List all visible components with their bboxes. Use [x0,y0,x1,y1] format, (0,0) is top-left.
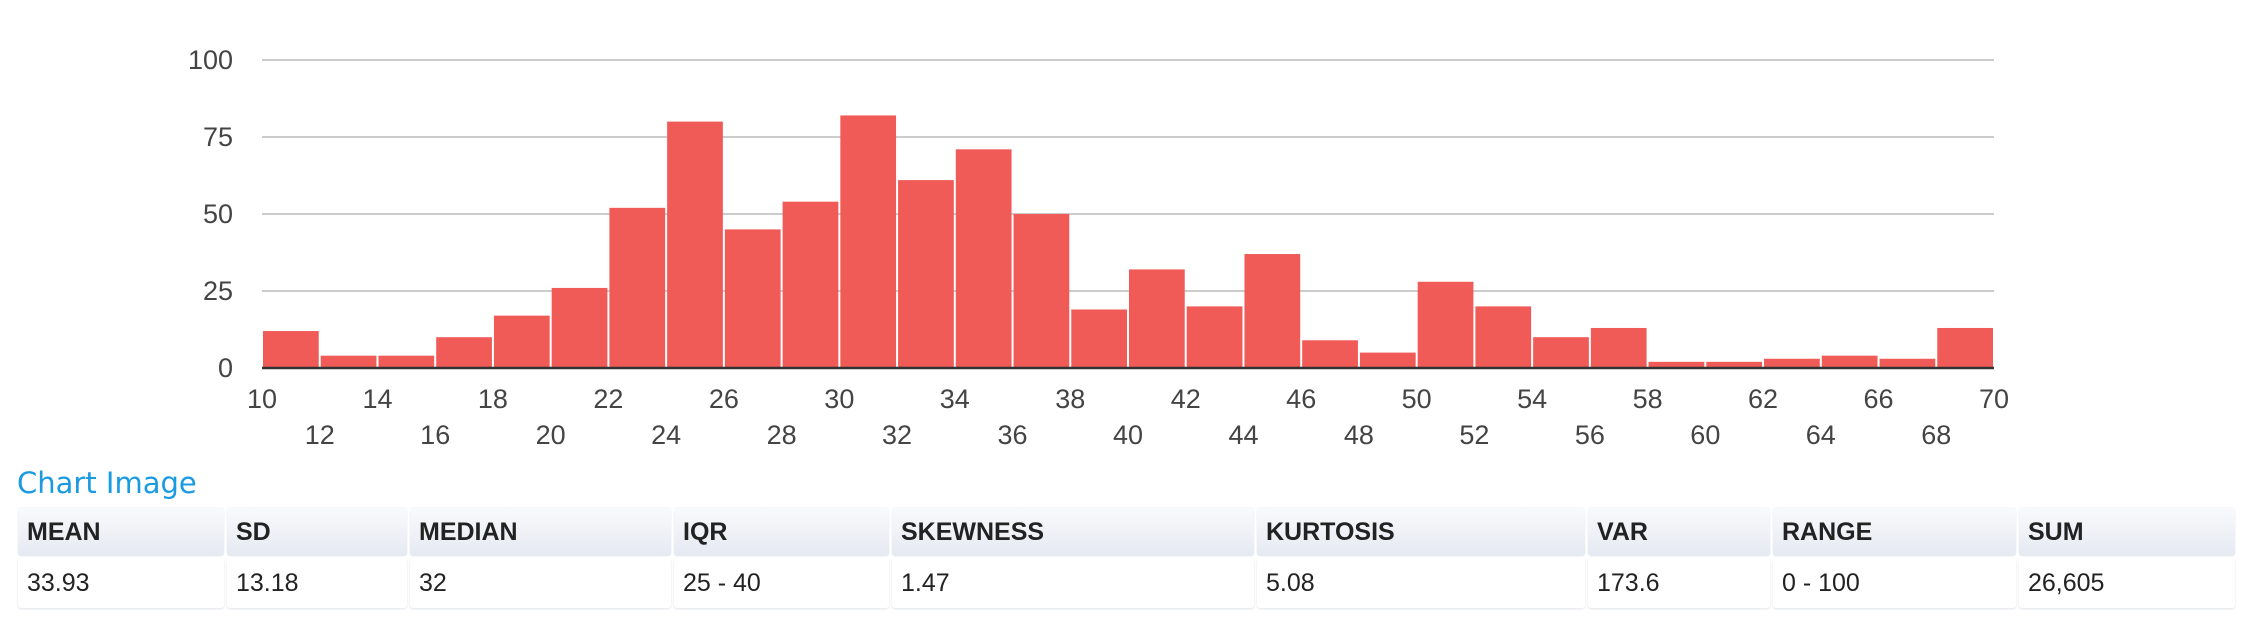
stat-value: 0 - 100 [1773,558,2016,608]
x-tick-label: 44 [1228,420,1258,450]
stat-value: 1.47 [892,558,1254,608]
x-tick-label: 70 [1979,384,2009,414]
y-tick-label: 50 [203,199,233,229]
x-tick-label: 26 [709,384,739,414]
histogram-bar [1186,306,1243,368]
stat-header: RANGE [1773,508,2016,556]
histogram-bar [1359,352,1416,368]
x-tick-label: 42 [1171,384,1201,414]
x-tick-label: 60 [1690,420,1720,450]
stat-header: MEAN [18,508,224,556]
stat-value: 25 - 40 [674,558,889,608]
histogram-bar [667,121,723,368]
x-tick-label: 50 [1402,384,1432,414]
stat-skewness: SKEWNESS 1.47 [892,508,1254,608]
x-tick-label: 48 [1344,420,1374,450]
histogram-bar [263,331,319,368]
histogram-bar [1879,358,1936,368]
y-tick-label: 25 [203,276,233,306]
x-tick-label: 20 [536,420,566,450]
stat-header: SKEWNESS [892,508,1254,556]
stat-header: SD [227,508,407,556]
x-tick-label: 32 [882,420,912,450]
stat-range: RANGE 0 - 100 [1773,508,2016,608]
histogram-bar [1417,281,1474,368]
histogram-bar [1937,327,1993,368]
x-tick-label: 52 [1459,420,1489,450]
histogram-bar [609,207,666,368]
stat-value: 13.18 [227,558,407,608]
x-tick-label: 30 [824,384,854,414]
stat-value: 32 [410,558,671,608]
x-tick-label: 64 [1806,420,1836,450]
x-tick-label: 40 [1113,420,1143,450]
histogram-bar [1533,337,1589,368]
stat-median: MEDIAN 32 [410,508,671,608]
x-tick-label: 18 [478,384,508,414]
x-tick-label: 46 [1286,384,1316,414]
histogram-bar [1302,340,1358,368]
chart-image-link[interactable]: Chart Image [17,466,197,500]
x-tick-label: 28 [767,420,797,450]
stats-table: MEAN 33.93 SD 13.18 MEDIAN 32 IQR 25 - 4… [18,508,2235,608]
histogram-bar [1013,214,1070,368]
histogram-bar [898,180,954,368]
histogram-bar [1764,358,1820,368]
histogram-bar [320,355,377,368]
y-tick-label: 100 [188,45,233,75]
stat-header: KURTOSIS [1257,508,1585,556]
stat-sum: SUM 26,605 [2019,508,2235,608]
stat-header: SUM [2019,508,2235,556]
histogram-bar [436,337,492,368]
x-tick-label: 24 [651,420,681,450]
x-tick-label: 14 [362,384,392,414]
x-axis-labels: 10 14 18 22 26 30 34 38 42 46 50 54 58 62 66 70 12 16 20 24… [247,384,2009,450]
x-tick-label: 12 [305,420,335,450]
stat-sd: SD 13.18 [227,508,407,608]
histogram-bar [724,229,781,368]
histogram-bar [493,315,550,368]
bars [263,115,1993,368]
stat-mean: MEAN 33.93 [18,508,224,608]
histogram-bar [955,149,1012,368]
histogram-bar [1590,327,1647,368]
x-tick-label: 10 [247,384,277,414]
histogram-bar [378,355,435,368]
x-tick-label: 56 [1575,420,1605,450]
histogram-bar [551,287,608,368]
x-tick-label: 68 [1921,420,1951,450]
x-tick-label: 54 [1517,384,1547,414]
stat-value: 33.93 [18,558,224,608]
histogram-bar [1475,306,1532,368]
stat-value: 26,605 [2019,558,2235,608]
stat-kurtosis: KURTOSIS 5.08 [1257,508,1585,608]
y-tick-label: 0 [218,353,233,383]
histogram-bar [782,201,839,368]
x-tick-label: 22 [593,384,623,414]
histogram-bar [1071,309,1127,368]
stat-header: IQR [674,508,889,556]
stat-var: VAR 173.6 [1588,508,1770,608]
y-axis-labels: 0 25 50 75 100 [188,45,233,383]
histogram-bar [1129,269,1185,368]
stat-value: 5.08 [1257,558,1585,608]
stat-iqr: IQR 25 - 40 [674,508,889,608]
x-tick-label: 38 [1055,384,1085,414]
x-tick-label: 34 [940,384,970,414]
gridlines [262,59,1994,292]
histogram-chart: 0 25 50 75 100 10 14 18 22 26 30 34 38 42 46 50 54 58 62 6… [188,45,2009,450]
stat-value: 173.6 [1588,558,1770,608]
x-tick-label: 36 [998,420,1028,450]
x-tick-label: 16 [420,420,450,450]
x-tick-label: 66 [1864,384,1894,414]
histogram-bar [840,115,897,368]
histogram-bar [1244,254,1301,368]
x-tick-label: 58 [1633,384,1663,414]
histogram-bar [1821,355,1878,368]
stat-header: MEDIAN [410,508,671,556]
stat-header: VAR [1588,508,1770,556]
x-tick-label: 62 [1748,384,1778,414]
y-tick-label: 75 [203,122,233,152]
